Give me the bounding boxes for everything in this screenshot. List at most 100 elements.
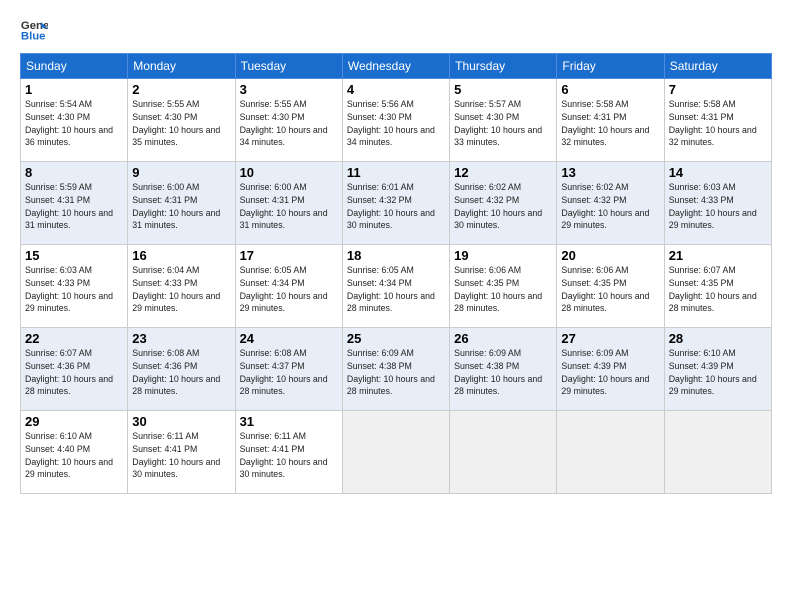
day-number: 23 <box>132 331 230 346</box>
calendar-week-row: 8Sunrise: 5:59 AMSunset: 4:31 PMDaylight… <box>21 162 772 245</box>
svg-text:Blue: Blue <box>21 31 46 43</box>
day-info: Sunrise: 6:09 AMSunset: 4:38 PMDaylight:… <box>454 347 552 398</box>
day-info: Sunrise: 6:02 AMSunset: 4:32 PMDaylight:… <box>561 181 659 232</box>
calendar-cell: 26Sunrise: 6:09 AMSunset: 4:38 PMDayligh… <box>450 328 557 411</box>
day-info: Sunrise: 6:06 AMSunset: 4:35 PMDaylight:… <box>454 264 552 315</box>
day-number: 28 <box>669 331 767 346</box>
day-info: Sunrise: 6:02 AMSunset: 4:32 PMDaylight:… <box>454 181 552 232</box>
day-info: Sunrise: 5:55 AMSunset: 4:30 PMDaylight:… <box>132 98 230 149</box>
calendar-cell: 5Sunrise: 5:57 AMSunset: 4:30 PMDaylight… <box>450 79 557 162</box>
day-number: 29 <box>25 414 123 429</box>
calendar-cell: 27Sunrise: 6:09 AMSunset: 4:39 PMDayligh… <box>557 328 664 411</box>
calendar-cell: 23Sunrise: 6:08 AMSunset: 4:36 PMDayligh… <box>128 328 235 411</box>
calendar-cell: 11Sunrise: 6:01 AMSunset: 4:32 PMDayligh… <box>342 162 449 245</box>
day-number: 14 <box>669 165 767 180</box>
day-number: 4 <box>347 82 445 97</box>
calendar-cell: 12Sunrise: 6:02 AMSunset: 4:32 PMDayligh… <box>450 162 557 245</box>
day-number: 27 <box>561 331 659 346</box>
calendar-cell <box>557 411 664 494</box>
day-info: Sunrise: 6:10 AMSunset: 4:39 PMDaylight:… <box>669 347 767 398</box>
calendar-cell: 22Sunrise: 6:07 AMSunset: 4:36 PMDayligh… <box>21 328 128 411</box>
day-number: 1 <box>25 82 123 97</box>
calendar-cell: 15Sunrise: 6:03 AMSunset: 4:33 PMDayligh… <box>21 245 128 328</box>
day-info: Sunrise: 6:03 AMSunset: 4:33 PMDaylight:… <box>669 181 767 232</box>
day-number: 19 <box>454 248 552 263</box>
calendar-cell: 6Sunrise: 5:58 AMSunset: 4:31 PMDaylight… <box>557 79 664 162</box>
day-number: 30 <box>132 414 230 429</box>
day-info: Sunrise: 6:11 AMSunset: 4:41 PMDaylight:… <box>240 430 338 481</box>
day-number: 3 <box>240 82 338 97</box>
day-number: 7 <box>669 82 767 97</box>
day-number: 20 <box>561 248 659 263</box>
calendar-cell: 14Sunrise: 6:03 AMSunset: 4:33 PMDayligh… <box>664 162 771 245</box>
day-info: Sunrise: 6:04 AMSunset: 4:33 PMDaylight:… <box>132 264 230 315</box>
day-number: 13 <box>561 165 659 180</box>
calendar-cell: 16Sunrise: 6:04 AMSunset: 4:33 PMDayligh… <box>128 245 235 328</box>
weekday-header: Saturday <box>664 54 771 79</box>
calendar-page: General Blue SundayMondayTuesdayWednesda… <box>0 0 792 612</box>
day-info: Sunrise: 6:09 AMSunset: 4:39 PMDaylight:… <box>561 347 659 398</box>
calendar-cell: 10Sunrise: 6:00 AMSunset: 4:31 PMDayligh… <box>235 162 342 245</box>
day-number: 5 <box>454 82 552 97</box>
day-info: Sunrise: 6:03 AMSunset: 4:33 PMDaylight:… <box>25 264 123 315</box>
day-info: Sunrise: 5:56 AMSunset: 4:30 PMDaylight:… <box>347 98 445 149</box>
calendar-cell: 9Sunrise: 6:00 AMSunset: 4:31 PMDaylight… <box>128 162 235 245</box>
day-info: Sunrise: 6:00 AMSunset: 4:31 PMDaylight:… <box>240 181 338 232</box>
day-number: 9 <box>132 165 230 180</box>
calendar-cell: 19Sunrise: 6:06 AMSunset: 4:35 PMDayligh… <box>450 245 557 328</box>
calendar-cell: 21Sunrise: 6:07 AMSunset: 4:35 PMDayligh… <box>664 245 771 328</box>
calendar-cell: 31Sunrise: 6:11 AMSunset: 4:41 PMDayligh… <box>235 411 342 494</box>
calendar-cell <box>450 411 557 494</box>
calendar-cell: 13Sunrise: 6:02 AMSunset: 4:32 PMDayligh… <box>557 162 664 245</box>
calendar-cell: 25Sunrise: 6:09 AMSunset: 4:38 PMDayligh… <box>342 328 449 411</box>
weekday-header: Wednesday <box>342 54 449 79</box>
day-number: 12 <box>454 165 552 180</box>
day-info: Sunrise: 6:07 AMSunset: 4:35 PMDaylight:… <box>669 264 767 315</box>
calendar-cell: 18Sunrise: 6:05 AMSunset: 4:34 PMDayligh… <box>342 245 449 328</box>
day-info: Sunrise: 6:06 AMSunset: 4:35 PMDaylight:… <box>561 264 659 315</box>
weekday-header: Tuesday <box>235 54 342 79</box>
day-info: Sunrise: 5:59 AMSunset: 4:31 PMDaylight:… <box>25 181 123 232</box>
calendar-cell: 20Sunrise: 6:06 AMSunset: 4:35 PMDayligh… <box>557 245 664 328</box>
calendar-week-row: 22Sunrise: 6:07 AMSunset: 4:36 PMDayligh… <box>21 328 772 411</box>
day-info: Sunrise: 6:07 AMSunset: 4:36 PMDaylight:… <box>25 347 123 398</box>
logo-icon: General Blue <box>20 15 48 43</box>
day-info: Sunrise: 6:11 AMSunset: 4:41 PMDaylight:… <box>132 430 230 481</box>
day-number: 17 <box>240 248 338 263</box>
day-number: 21 <box>669 248 767 263</box>
header: General Blue <box>20 15 772 43</box>
calendar-cell: 24Sunrise: 6:08 AMSunset: 4:37 PMDayligh… <box>235 328 342 411</box>
calendar-week-row: 29Sunrise: 6:10 AMSunset: 4:40 PMDayligh… <box>21 411 772 494</box>
day-info: Sunrise: 6:05 AMSunset: 4:34 PMDaylight:… <box>347 264 445 315</box>
calendar-cell: 3Sunrise: 5:55 AMSunset: 4:30 PMDaylight… <box>235 79 342 162</box>
day-info: Sunrise: 6:00 AMSunset: 4:31 PMDaylight:… <box>132 181 230 232</box>
day-info: Sunrise: 6:08 AMSunset: 4:36 PMDaylight:… <box>132 347 230 398</box>
calendar-cell: 28Sunrise: 6:10 AMSunset: 4:39 PMDayligh… <box>664 328 771 411</box>
calendar-cell <box>342 411 449 494</box>
weekday-header: Monday <box>128 54 235 79</box>
day-number: 10 <box>240 165 338 180</box>
day-number: 8 <box>25 165 123 180</box>
calendar-table: SundayMondayTuesdayWednesdayThursdayFrid… <box>20 53 772 494</box>
day-number: 25 <box>347 331 445 346</box>
calendar-cell: 1Sunrise: 5:54 AMSunset: 4:30 PMDaylight… <box>21 79 128 162</box>
day-number: 26 <box>454 331 552 346</box>
day-number: 22 <box>25 331 123 346</box>
day-number: 18 <box>347 248 445 263</box>
day-info: Sunrise: 5:55 AMSunset: 4:30 PMDaylight:… <box>240 98 338 149</box>
weekday-header: Friday <box>557 54 664 79</box>
day-info: Sunrise: 6:05 AMSunset: 4:34 PMDaylight:… <box>240 264 338 315</box>
day-info: Sunrise: 6:08 AMSunset: 4:37 PMDaylight:… <box>240 347 338 398</box>
calendar-cell: 4Sunrise: 5:56 AMSunset: 4:30 PMDaylight… <box>342 79 449 162</box>
day-info: Sunrise: 6:09 AMSunset: 4:38 PMDaylight:… <box>347 347 445 398</box>
calendar-week-row: 1Sunrise: 5:54 AMSunset: 4:30 PMDaylight… <box>21 79 772 162</box>
day-number: 24 <box>240 331 338 346</box>
calendar-cell: 7Sunrise: 5:58 AMSunset: 4:31 PMDaylight… <box>664 79 771 162</box>
day-info: Sunrise: 6:10 AMSunset: 4:40 PMDaylight:… <box>25 430 123 481</box>
day-number: 6 <box>561 82 659 97</box>
day-number: 15 <box>25 248 123 263</box>
weekday-header-row: SundayMondayTuesdayWednesdayThursdayFrid… <box>21 54 772 79</box>
day-number: 31 <box>240 414 338 429</box>
calendar-cell: 30Sunrise: 6:11 AMSunset: 4:41 PMDayligh… <box>128 411 235 494</box>
day-number: 11 <box>347 165 445 180</box>
